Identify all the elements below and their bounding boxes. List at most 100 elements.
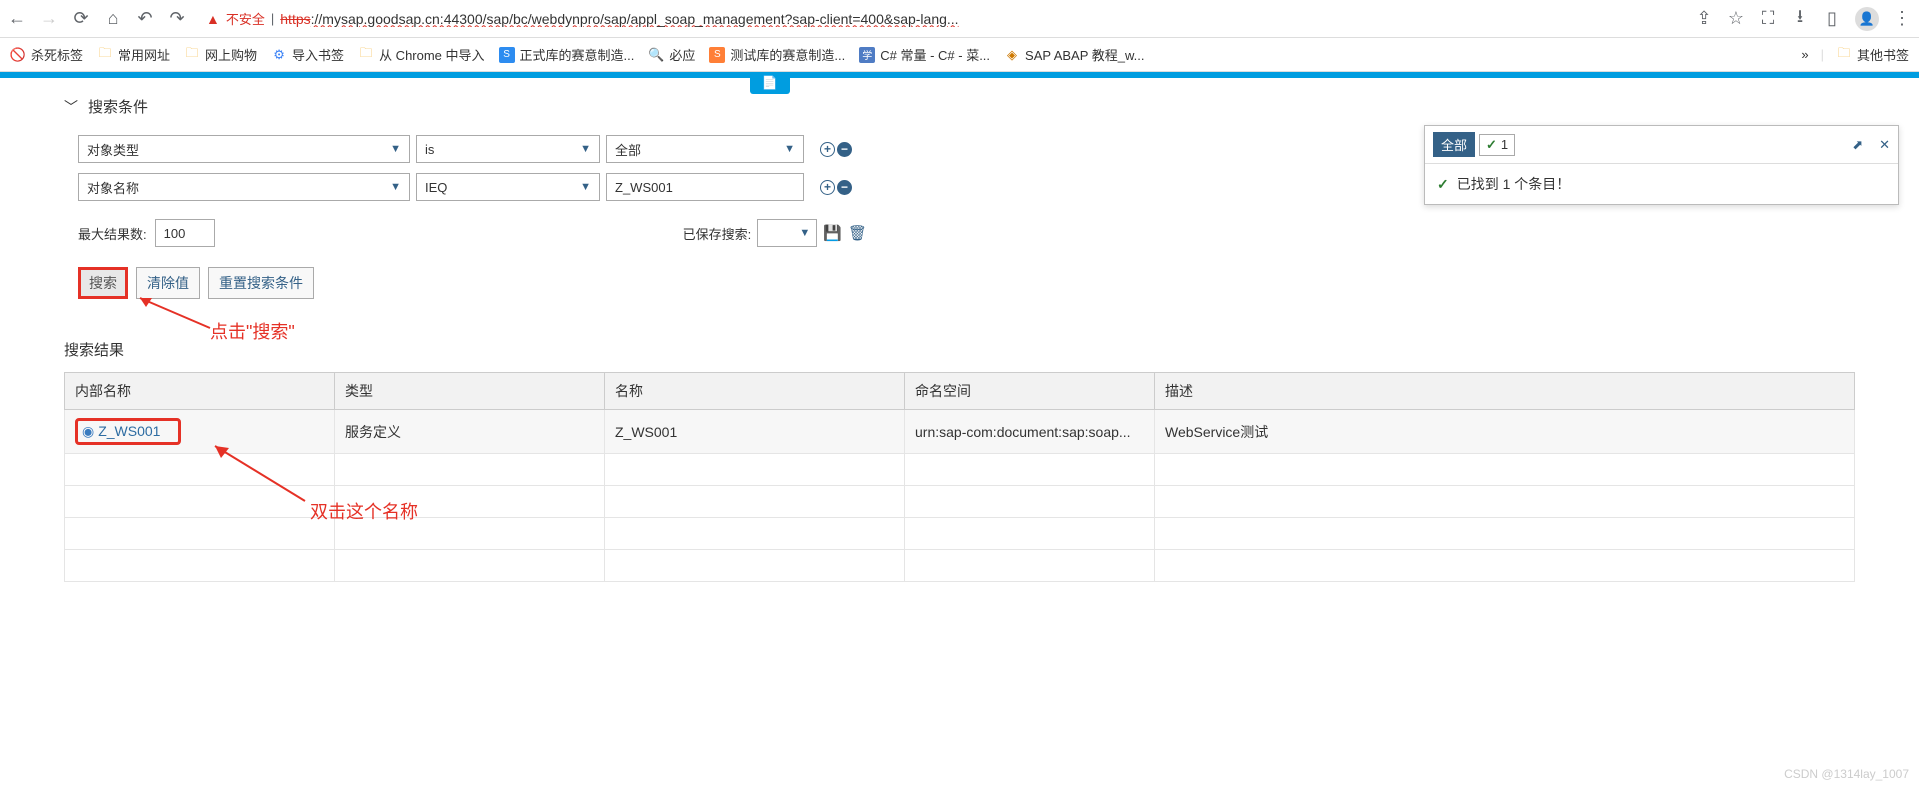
chevron-down-icon: ▼ (390, 181, 401, 193)
cell-desc: WebService测试 (1155, 410, 1855, 454)
save-icon[interactable]: 💾 (823, 224, 842, 242)
star-icon[interactable]: ☆ (1727, 10, 1745, 28)
gear-icon: ⚙ (271, 47, 287, 63)
operator-select-is[interactable]: is▼ (416, 135, 600, 163)
check-icon: ✓ (1486, 137, 1497, 153)
col-internal-name[interactable]: 内部名称 (65, 373, 335, 410)
bookmark-more[interactable]: » (1801, 47, 1808, 62)
remove-criteria-button[interactable]: − (837, 142, 852, 157)
col-namespace[interactable]: 命名空间 (905, 373, 1155, 410)
folder-icon: 🗀 (97, 47, 113, 63)
table-row-empty (65, 486, 1855, 518)
folder-icon: 🗀 (184, 47, 200, 63)
site-icon: S (499, 47, 515, 63)
bookmark-common[interactable]: 🗀常用网址 (97, 45, 170, 64)
sap-icon: ◈ (1004, 47, 1020, 63)
notification-header: 全部 ✓1 ⬈ ✕ (1425, 126, 1898, 164)
bookmark-import[interactable]: ⚙导入书签 (271, 45, 344, 64)
home-icon[interactable]: ⌂ (104, 10, 122, 28)
menu-icon[interactable]: ⋮ (1893, 10, 1911, 28)
folder-icon: 🗀 (1836, 47, 1852, 63)
value-select-all[interactable]: 全部▼ (606, 135, 804, 163)
max-results-input[interactable]: 100 (155, 219, 215, 247)
share-icon[interactable]: ⇪ (1695, 10, 1713, 28)
bookmark-sap-abap[interactable]: ◈SAP ABAP 教程_w... (1004, 45, 1144, 64)
notification-message: 已找到 1 个条目！ (1457, 174, 1571, 194)
trash-icon[interactable]: 🗑 (848, 224, 867, 242)
bookmark-test-lib[interactable]: S测试库的赛意制造... (709, 45, 845, 64)
table-row-empty (65, 518, 1855, 550)
site-icon: S (709, 47, 725, 63)
max-results-row: 最大结果数: 100 已保存搜索: ▼ 💾 🗑 (78, 219, 1855, 247)
add-criteria-button[interactable]: + (820, 142, 835, 157)
check-icon: ✓ (1437, 176, 1449, 193)
results-table: 内部名称 类型 名称 命名空间 描述 ◉Z_WS001 服务定义 Z_WS001… (64, 372, 1855, 582)
max-results-label: 最大结果数: (78, 224, 147, 243)
clear-button[interactable]: 清除值 (136, 267, 200, 299)
add-criteria-button[interactable]: + (820, 180, 835, 195)
bookmark-csharp[interactable]: 学C# 常量 - C# - 菜... (859, 45, 990, 64)
bookmark-kill-tabs[interactable]: 🚫杀死标签 (10, 45, 83, 64)
chevron-down-icon: ▼ (784, 143, 795, 155)
insecure-label: 不安全 (226, 9, 265, 28)
results-title: 搜索结果 (64, 339, 1855, 360)
chevron-down-icon: ▼ (799, 227, 810, 239)
site-icon: 学 (859, 47, 875, 63)
url-text: https://mysap.goodsap.cn:44300/sap/bc/we… (280, 11, 958, 27)
search-criteria-header[interactable]: ﹀ 搜索条件 (64, 96, 1855, 117)
col-name[interactable]: 名称 (605, 373, 905, 410)
table-row-empty (65, 454, 1855, 486)
search-criteria-title: 搜索条件 (88, 96, 148, 117)
popout-icon[interactable]: ⬈ (1852, 137, 1863, 153)
redo-icon[interactable]: ↷ (168, 10, 186, 28)
field-select-object-name[interactable]: 对象名称▼ (78, 173, 410, 201)
table-row[interactable]: ◉Z_WS001 服务定义 Z_WS001 urn:sap-com:docume… (65, 410, 1855, 454)
download-icon[interactable]: ⭳ (1791, 10, 1809, 28)
chevron-down-icon: ▼ (580, 143, 591, 155)
chevron-down-icon: ▼ (580, 181, 591, 193)
table-header-row: 内部名称 类型 名称 命名空间 描述 (65, 373, 1855, 410)
annotation-arrow-1 (130, 293, 220, 333)
crop-icon[interactable]: ⛶ (1759, 10, 1777, 28)
saved-search-select[interactable]: ▼ (757, 219, 817, 247)
cell-name: Z_WS001 (605, 410, 905, 454)
close-icon[interactable]: ✕ (1879, 137, 1890, 153)
bookmarks-bar: 🚫杀死标签 🗀常用网址 🗀网上购物 ⚙导入书签 🗀从 Chrome 中导入 S正… (0, 38, 1919, 72)
col-desc[interactable]: 描述 (1155, 373, 1855, 410)
reset-button[interactable]: 重置搜索条件 (208, 267, 314, 299)
saved-search-label: 已保存搜索: (683, 224, 752, 243)
toolbar-right: ⇪ ☆ ⛶ ⭳ ▯ 👤 ⋮ (1695, 7, 1911, 31)
bookmark-bing[interactable]: 🔍必应 (648, 45, 695, 64)
forward-icon[interactable]: → (40, 10, 58, 28)
field-select-object-type[interactable]: 对象类型▼ (78, 135, 410, 163)
bookmark-shopping[interactable]: 🗀网上购物 (184, 45, 257, 64)
panel-icon[interactable]: ▯ (1823, 10, 1841, 28)
back-icon[interactable]: ← (8, 10, 26, 28)
badge-all[interactable]: 全部 (1433, 132, 1475, 157)
bookmark-other[interactable]: 🗀其他书签 (1836, 45, 1909, 64)
watermark: CSDN @1314lay_1007 (1784, 767, 1909, 781)
eye-icon: ◉ (82, 423, 94, 439)
search-button[interactable]: 搜索 (78, 267, 128, 299)
reload-icon[interactable]: ⟳ (72, 10, 90, 28)
bookmark-formal[interactable]: S正式库的赛意制造... (499, 45, 635, 64)
operator-select-ieq[interactable]: IEQ▼ (416, 173, 600, 201)
stop-icon: 🚫 (10, 47, 26, 63)
table-row-empty (65, 550, 1855, 582)
col-type[interactable]: 类型 (335, 373, 605, 410)
address-bar[interactable]: ▲ 不安全 | https://mysap.goodsap.cn:44300/s… (198, 9, 1683, 28)
cell-type: 服务定义 (335, 410, 605, 454)
action-buttons: 搜索 清除值 重置搜索条件 (78, 267, 1855, 299)
profile-avatar[interactable]: 👤 (1855, 7, 1879, 31)
insecure-warning-icon: ▲ (206, 11, 220, 27)
nav-icons: ← → ⟳ ⌂ ↶ ↷ (8, 10, 186, 28)
chevron-down-icon: ﹀ (64, 97, 78, 117)
cell-internal-name[interactable]: ◉Z_WS001 (65, 410, 335, 454)
browser-toolbar: ← → ⟳ ⌂ ↶ ↷ ▲ 不安全 | https://mysap.goodsa… (0, 0, 1919, 38)
bookmark-from-chrome[interactable]: 🗀从 Chrome 中导入 (358, 45, 484, 64)
remove-criteria-button[interactable]: − (837, 180, 852, 195)
badge-count[interactable]: ✓1 (1479, 134, 1515, 156)
notification-popup: 全部 ✓1 ⬈ ✕ ✓ 已找到 1 个条目！ (1424, 125, 1899, 205)
undo-icon[interactable]: ↶ (136, 10, 154, 28)
value-input-zws001[interactable]: Z_WS001 (606, 173, 804, 201)
